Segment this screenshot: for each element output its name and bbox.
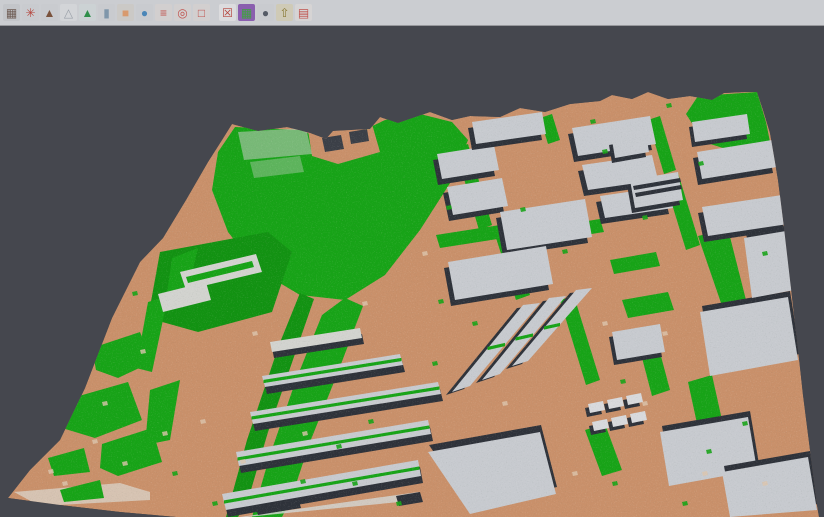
3d-viewport[interactable]: [0, 27, 824, 517]
clear-selection-icon-glyph: ☒: [222, 7, 233, 19]
target-icon-glyph: ◎: [177, 7, 187, 19]
sphere-view-icon[interactable]: ●: [257, 4, 274, 21]
layers-icon-glyph: ≡: [160, 7, 167, 19]
wireframe-icon-glyph: △: [64, 7, 73, 19]
target-icon[interactable]: ◎: [174, 4, 191, 21]
report-icon[interactable]: ▤: [295, 4, 312, 21]
dataset-icon-glyph: ▦: [6, 7, 17, 19]
dataset-icon[interactable]: ▦: [3, 4, 20, 21]
scatter-tool-icon[interactable]: ✳: [22, 4, 39, 21]
layers-icon[interactable]: ≡: [155, 4, 172, 21]
terrain-icon[interactable]: ▲: [41, 4, 58, 21]
classification-icon[interactable]: ▦: [238, 4, 255, 21]
surface-model-icon[interactable]: ▲: [79, 4, 96, 21]
pointcloud-grain-dark: [0, 27, 824, 517]
toolbar-separator: [211, 4, 218, 21]
bounds-icon[interactable]: □: [193, 4, 210, 21]
orthophoto-icon-glyph: ■: [122, 7, 129, 19]
classification-icon-glyph: ▦: [241, 7, 252, 19]
terrain-icon-glyph: ▲: [44, 7, 56, 19]
vegetation-dot: [92, 301, 98, 306]
report-icon-glyph: ▤: [298, 7, 309, 19]
profile-icon[interactable]: ▮: [98, 4, 115, 21]
export-icon-glyph: ⇧: [279, 7, 289, 19]
point-cloud-render[interactable]: [0, 27, 824, 517]
wireframe-icon[interactable]: △: [60, 4, 77, 21]
bounds-icon-glyph: □: [198, 7, 205, 19]
surface-model-icon-glyph: ▲: [82, 7, 94, 19]
vegetation-dot: [72, 361, 78, 366]
orthophoto-icon[interactable]: ■: [117, 4, 134, 21]
export-icon[interactable]: ⇧: [276, 4, 293, 21]
globe-icon[interactable]: ●: [136, 4, 153, 21]
sphere-view-icon-glyph: ●: [262, 7, 269, 19]
globe-icon-glyph: ●: [141, 7, 148, 19]
profile-icon-glyph: ▮: [103, 7, 110, 19]
main-toolbar: ▦ ✳ ▲ △ ▲ ▮ ■ ● ≡ ◎ □ ☒ ▦ ● ⇧ ▤: [0, 0, 824, 26]
scatter-tool-icon-glyph: ✳: [25, 7, 35, 19]
clear-selection-icon[interactable]: ☒: [219, 4, 236, 21]
